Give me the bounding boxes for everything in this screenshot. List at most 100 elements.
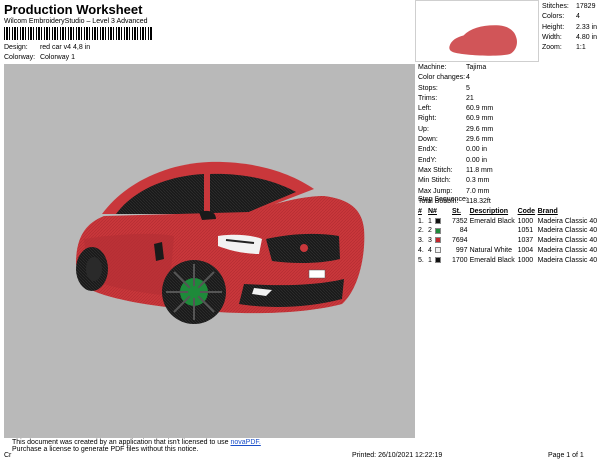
param-value: 5 <box>466 84 470 92</box>
color-swatch <box>434 227 441 234</box>
table-row: 5. 1 1700 Emerald Black 1000 Madeira Classic … <box>418 256 597 266</box>
stitch-count: 7352 <box>452 217 468 225</box>
stat-value: 1:1 <box>576 44 586 52</box>
param-row: EndX: 0.00 in <box>418 145 493 155</box>
printed-date: Printed: 26/10/2021 12:22:19 <box>352 452 443 459</box>
design-value: red car v4 4,8 in <box>39 44 91 51</box>
colorway-value: Colorway 1 <box>39 54 75 61</box>
needle-value: 3 <box>428 237 432 245</box>
color-swatch <box>434 256 441 263</box>
stop-number: 2. <box>418 227 424 235</box>
col-description: Description <box>469 208 509 215</box>
param-label: Up: <box>418 125 429 133</box>
param-row: Up: 29.6 mm <box>418 125 493 135</box>
thumbnail-car <box>449 25 517 56</box>
design-label: Design: <box>4 44 28 51</box>
stat-label: Width: <box>542 33 562 41</box>
stat-label: Zoom: <box>542 44 562 52</box>
thread-brand: Madeira Classic 40 <box>537 217 598 225</box>
param-value: 11.8 mm <box>466 166 493 174</box>
col-st: St. <box>452 208 461 215</box>
table-header-row: # N# St. Description Code Brand <box>418 207 597 217</box>
param-value: 118.32ft <box>466 197 491 205</box>
stat-height: Height: 2.33 in <box>542 23 597 33</box>
stat-label: Height: <box>542 23 565 31</box>
car-body <box>76 161 365 324</box>
stat-label: Stitches: <box>542 3 569 10</box>
needle-value: 4 <box>428 246 432 254</box>
stitch-count: 7694 <box>452 237 468 245</box>
param-label: EndX: <box>418 146 438 154</box>
license-notice: This document was created by an applicat… <box>12 439 261 453</box>
needle-number: 2 <box>428 226 452 236</box>
stitch-count: 997 <box>455 246 468 254</box>
novapdf-link[interactable]: novaPDF. <box>230 439 260 446</box>
param-label: EndY: <box>418 156 437 164</box>
param-value: 7.0 mm <box>466 187 490 195</box>
colorway-row: Colorway: Colorway 1 <box>4 54 75 61</box>
param-value: Tajima <box>466 64 487 71</box>
thread-description <box>470 236 518 246</box>
param-value: 29.6 mm <box>466 125 494 133</box>
param-label: Right: <box>418 115 437 123</box>
stat-value: 2.33 in <box>576 23 598 31</box>
thread-code: 1037 <box>517 237 534 245</box>
design-preview <box>4 64 415 438</box>
color-swatch <box>434 237 441 244</box>
col-brand: Brand <box>537 208 558 215</box>
param-row: Stops: 5 <box>418 84 493 94</box>
needle-value: 1 <box>428 256 432 264</box>
page-number: Page 1 of 1 <box>548 452 584 459</box>
stat-value: 4.80 in <box>576 33 598 41</box>
thread-description: Emerald Black <box>469 217 515 225</box>
color-swatch <box>434 217 441 224</box>
design-row: Design: red car v4 4,8 in <box>4 44 90 51</box>
col-num: # <box>418 208 422 215</box>
param-value: 0.00 in <box>466 146 488 154</box>
param-row: Right: 60.9 mm <box>418 114 493 124</box>
car-embroidery-illustration <box>76 161 365 324</box>
needle-number: 1 <box>428 217 452 227</box>
notice-line-2: Purchase a license to generate PDF files… <box>12 446 199 453</box>
table-row: 4. 4 997 Natural White 1004 Madeira Classic 4… <box>418 246 597 256</box>
thread-code: 1051 <box>517 227 534 235</box>
col-code: Code <box>517 208 536 215</box>
thread-brand: Madeira Classic 40 <box>537 246 598 254</box>
table-row: 1. 1 7352 Emerald Black 1000 Madeira Classic … <box>418 217 597 227</box>
stitch-count: 84 <box>459 227 468 235</box>
notice-text: This document was created by an applicat… <box>12 439 229 446</box>
param-row: Down: 29.6 mm <box>418 135 493 145</box>
thread-description <box>470 226 518 236</box>
param-label: Left: <box>418 105 432 113</box>
page-title: Production Worksheet <box>4 2 143 17</box>
color-swatch <box>434 246 441 253</box>
needle-number: 4 <box>428 246 452 256</box>
design-thumbnail <box>415 0 539 62</box>
footer-left: Cr <box>4 452 12 459</box>
table-row: 3. 3 7694 1037 Madeira Classic 40 <box>418 236 597 246</box>
param-row: Min Stitch: 0.3 mm <box>418 176 493 186</box>
stat-value: 4 <box>576 13 580 21</box>
stat-label: Colors: <box>542 13 565 21</box>
software-name: Wilcom EmbroideryStudio – Level 3 Advanc… <box>4 18 148 25</box>
param-label: Color changes: <box>418 74 466 82</box>
param-value: 60.9 mm <box>466 105 494 113</box>
needle-number: 3 <box>428 236 452 246</box>
stop-number: 4. <box>418 246 424 254</box>
param-row: Trims: 21 <box>418 94 493 104</box>
stop-number: 1. <box>418 217 424 225</box>
param-row: Left: 60.9 mm <box>418 104 493 114</box>
machine-params: Machine: Tajima Color changes:4 Stops: 5 T… <box>418 63 493 207</box>
thread-code: 1004 <box>517 246 534 254</box>
stat-stitches: Stitches: 17829 <box>542 2 597 12</box>
param-row: Machine: Tajima <box>418 63 493 73</box>
stitch-count: 1700 <box>452 256 468 264</box>
stop-number: 3. <box>418 237 424 245</box>
thread-description: Natural White <box>469 246 512 254</box>
param-row: Color changes:4 <box>418 73 493 83</box>
needle-value: 1 <box>428 217 432 225</box>
notice-line-1: This document was created by an applicat… <box>12 439 261 446</box>
thread-code: 1000 <box>517 256 534 264</box>
param-label: Trims: <box>418 94 438 102</box>
thread-description: Emerald Black <box>469 256 515 264</box>
